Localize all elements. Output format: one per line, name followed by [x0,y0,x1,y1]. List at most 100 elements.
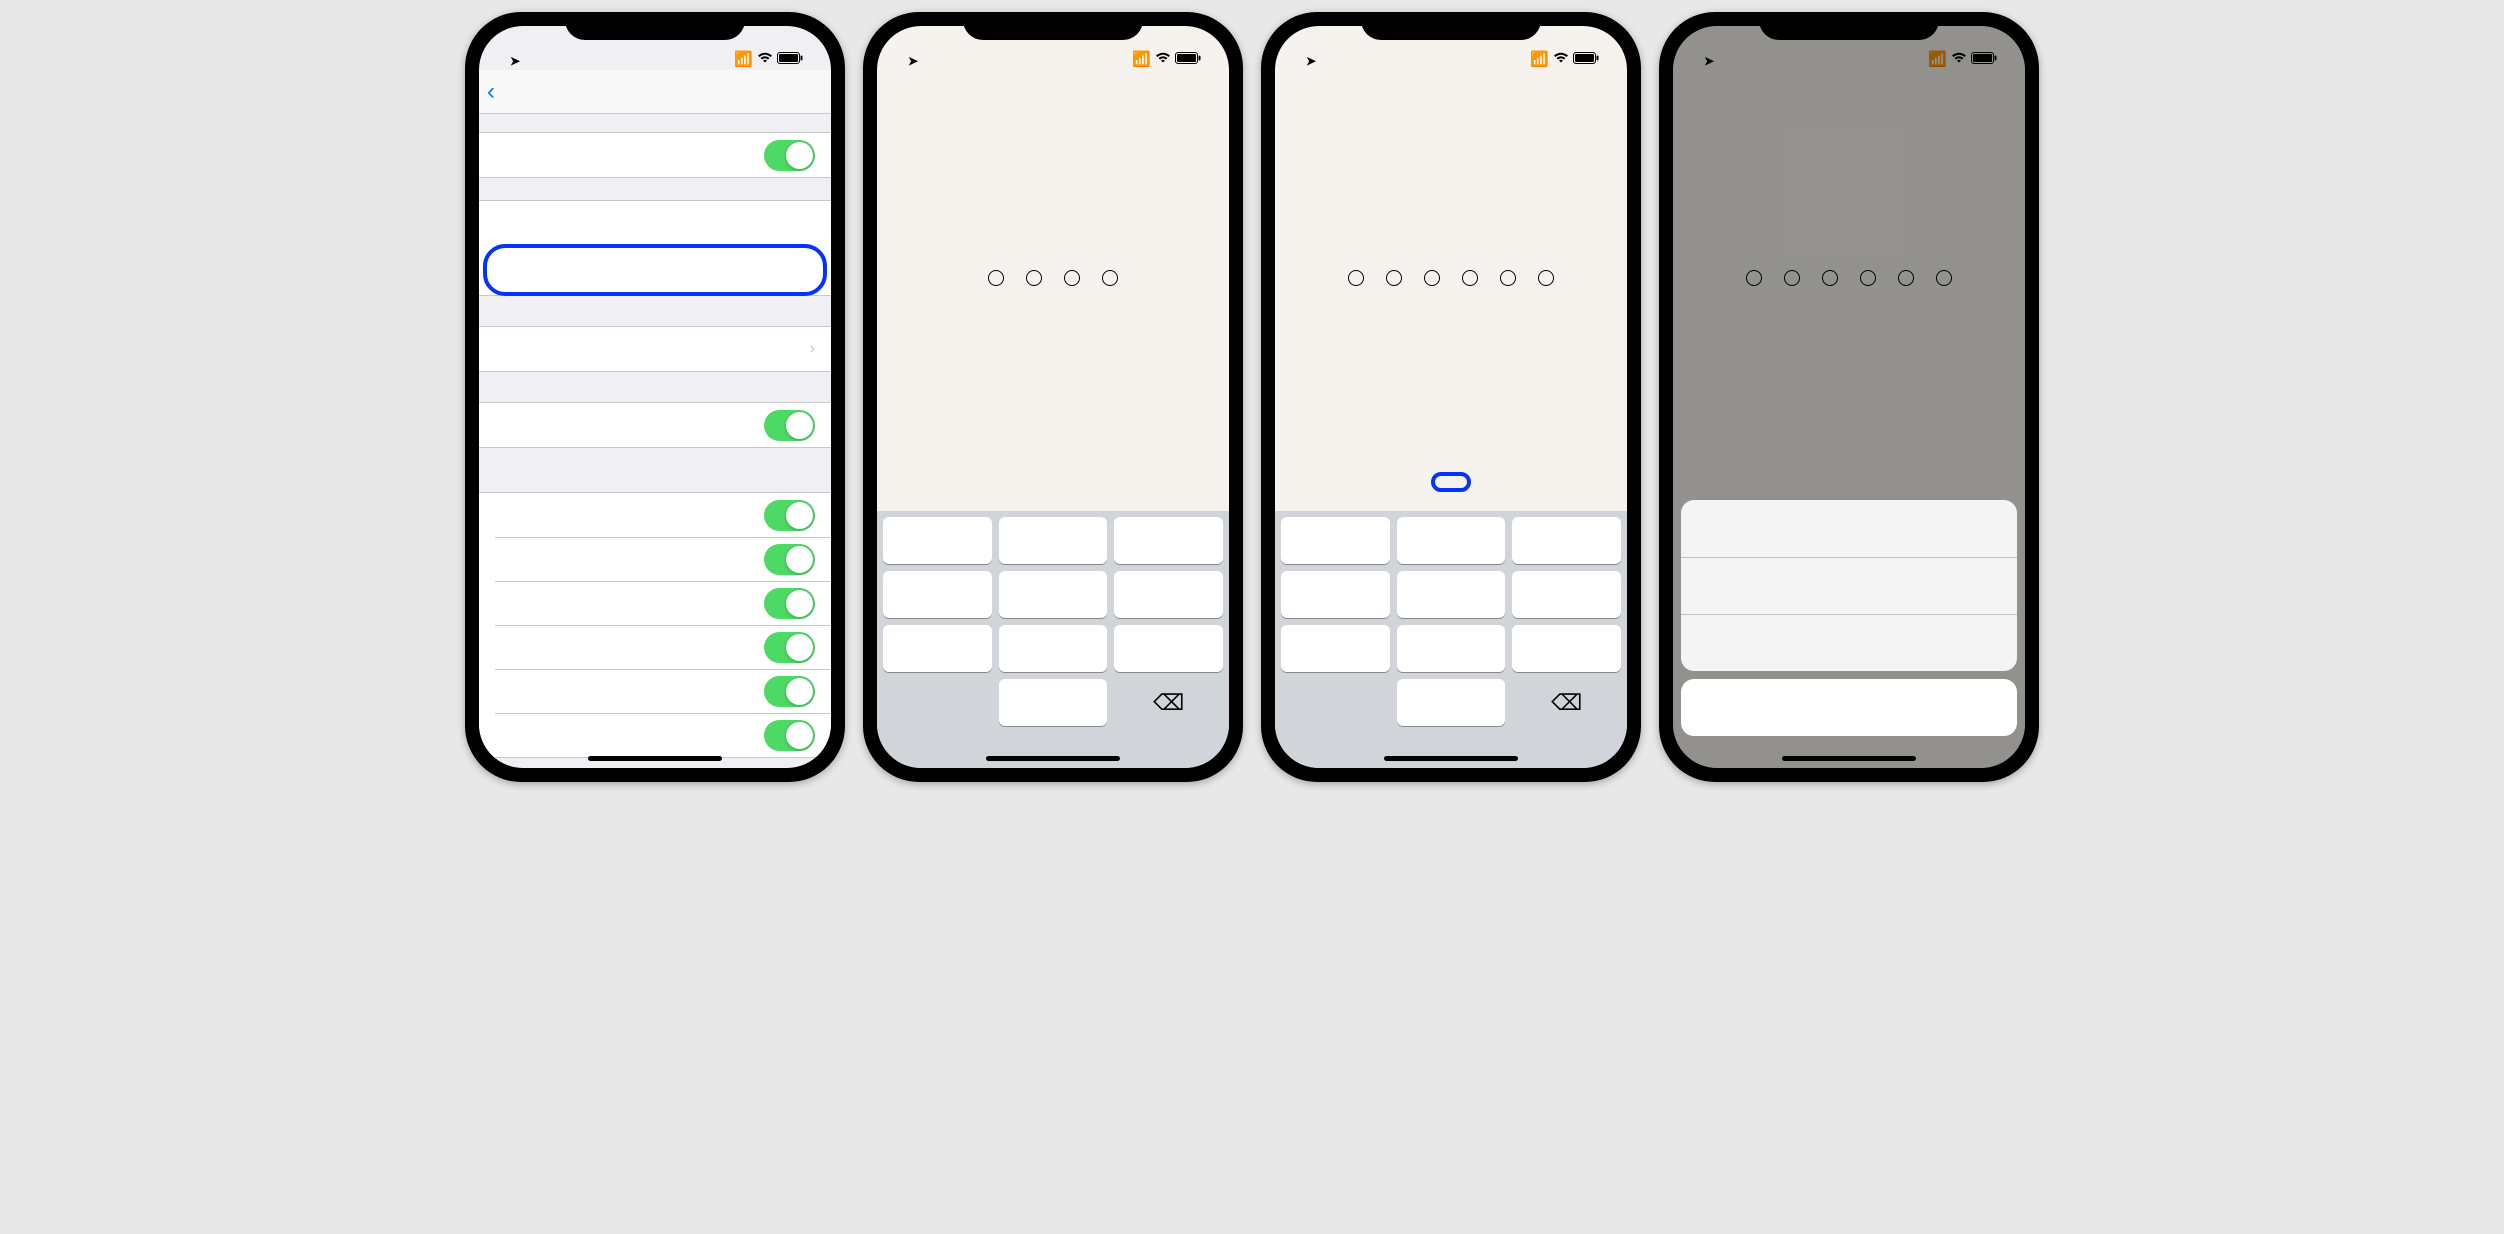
sheet-options-group [1681,500,2017,671]
toggle-on[interactable] [764,720,815,751]
reply-message-row[interactable] [479,669,831,713]
key-2[interactable] [1397,517,1506,564]
passcode-dots [1275,270,1627,286]
action-sheet [1673,492,2025,768]
key-delete[interactable]: ⌫ [1114,679,1223,726]
sheet-cancel-button[interactable] [1681,679,2017,736]
passcode-dot [1424,270,1440,286]
wifi-icon [1155,51,1171,68]
siri-row[interactable] [479,625,831,669]
screen-passcode-options: ➤ 📶 [1673,26,2025,768]
passcode-dot [1538,270,1554,286]
passcode-dots [877,270,1229,286]
location-icon: ➤ [510,54,520,68]
nav-bar [1275,70,1627,114]
nav-bar [877,70,1229,114]
passcode-dot [988,270,1004,286]
passcode-dot [1026,270,1042,286]
option-custom-alphanumeric[interactable] [1681,500,2017,557]
key-3[interactable] [1512,517,1621,564]
signal-icon: 📶 [1132,50,1151,68]
notification-center-row[interactable] [479,537,831,581]
battery-icon [1573,51,1599,68]
screen-settings: ➤ 📶 ‹ › [479,26,831,768]
toggle-on[interactable] [764,140,815,171]
signal-icon: 📶 [1530,50,1549,68]
key-blank [883,679,992,726]
wifi-icon [757,51,773,68]
home-indicator[interactable] [588,756,722,761]
back-button[interactable]: ‹ [487,78,493,106]
signal-icon: 📶 [734,50,753,68]
passcode-dot [1102,270,1118,286]
key-8[interactable] [1397,625,1506,672]
voice-dial-row[interactable] [479,403,831,447]
wifi-icon [1553,51,1569,68]
key-7[interactable] [883,625,992,672]
settings-content[interactable]: › [479,114,831,768]
passcode-options-button[interactable] [1431,472,1471,492]
key-0[interactable] [1397,679,1506,726]
phone-frame: ➤ 📶 [1261,12,1641,782]
phone-frame: ➤ 📶 ⌫ [863,12,1243,782]
key-6[interactable] [1114,571,1223,618]
key-5[interactable] [999,571,1108,618]
home-control-row[interactable] [479,713,831,757]
nav-bar: ‹ [479,70,831,114]
key-3[interactable] [1114,517,1223,564]
delete-icon: ⌫ [1551,690,1582,716]
key-blank [1281,679,1390,726]
status-bar: ➤ 📶 [877,26,1229,70]
toggle-on[interactable] [764,676,815,707]
toggle-on[interactable] [764,544,815,575]
key-delete[interactable]: ⌫ [1512,679,1621,726]
phone-frame: ➤ 📶 ‹ › [465,12,845,782]
toggle-on[interactable] [764,410,815,441]
attention-aware-row[interactable] [479,133,831,177]
toggle-on[interactable] [764,588,815,619]
passcode-dot [1386,270,1402,286]
home-indicator[interactable] [1384,756,1518,761]
passcode-dot [1462,270,1478,286]
key-1[interactable] [1281,517,1390,564]
key-4[interactable] [1281,571,1390,618]
passcode-dot [1500,270,1516,286]
today-view-row[interactable] [479,493,831,537]
location-icon: ➤ [1306,54,1316,68]
key-4[interactable] [883,571,992,618]
home-indicator[interactable] [986,756,1120,761]
status-bar: ➤ 📶 [1275,26,1627,70]
key-6[interactable] [1512,571,1621,618]
status-bar: ➤ 📶 [479,26,831,70]
option-4-digit-numeric[interactable] [1681,614,2017,671]
number-keypad: ⌫ [877,511,1229,732]
toggle-on[interactable] [764,632,815,663]
key-5[interactable] [1397,571,1506,618]
passcode-dot [1348,270,1364,286]
key-8[interactable] [999,625,1108,672]
passcode-content: ⌫ [1275,114,1627,768]
key-9[interactable] [1512,625,1621,672]
passcode-dot [1064,270,1080,286]
number-keypad: ⌫ [1275,511,1627,732]
require-passcode-row[interactable]: › [479,327,831,371]
key-9[interactable] [1114,625,1223,672]
highlight-ring [483,244,827,296]
key-1[interactable] [883,517,992,564]
key-0[interactable] [999,679,1108,726]
location-icon: ➤ [908,54,918,68]
battery-icon [1175,51,1201,68]
control-center-row[interactable] [479,581,831,625]
turn-passcode-off-row[interactable] [479,201,831,245]
option-custom-numeric[interactable] [1681,557,2017,614]
toggle-on[interactable] [764,500,815,531]
section-header [479,470,831,492]
screen-new-passcode: ➤ 📶 [1275,26,1627,768]
chevron-right-icon: › [810,340,815,358]
home-indicator[interactable] [1782,756,1916,761]
key-2[interactable] [999,517,1108,564]
chevron-left-icon: ‹ [487,78,495,106]
key-7[interactable] [1281,625,1390,672]
change-passcode-row[interactable] [487,248,823,292]
passcode-content: ⌫ [877,114,1229,768]
